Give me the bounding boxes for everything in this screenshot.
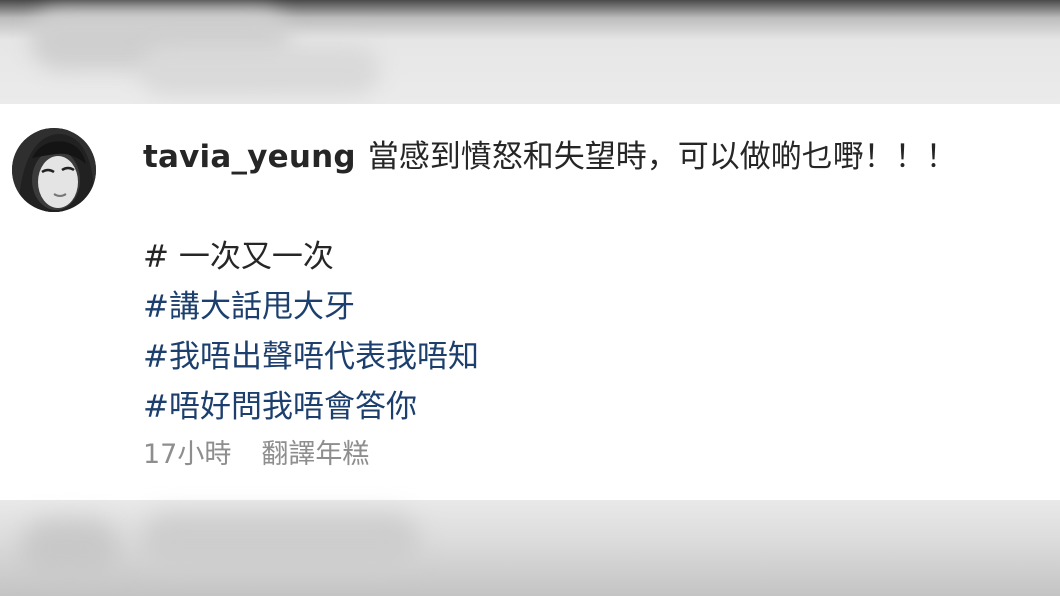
- hashtag-link[interactable]: #我唔出聲唔代表我唔知: [143, 332, 479, 382]
- comment-first-line: tavia_yeung 當感到憤怒和失望時，可以做啲乜嘢！！！: [143, 137, 957, 177]
- comment-card: tavia_yeung 當感到憤怒和失望時，可以做啲乜嘢！！！ # 一次又一次 #…: [0, 104, 1060, 500]
- blurred-shape: [140, 45, 380, 95]
- comment-text: 當感到憤怒和失望時，可以做啲乜嘢！！！: [367, 139, 957, 175]
- avatar[interactable]: [12, 128, 96, 212]
- comment-timestamp[interactable]: 17小時: [143, 439, 231, 470]
- blurred-shape: [20, 520, 120, 580]
- blurred-previous-comment: [0, 0, 1060, 104]
- hashtag-plain: # 一次又一次: [143, 239, 334, 275]
- translate-button[interactable]: 翻譯年糕: [261, 439, 369, 470]
- blurred-shape: [140, 514, 420, 570]
- avatar-photo-icon: [12, 128, 96, 212]
- hashtag-list: # 一次又一次 #講大話甩大牙 #我唔出聲唔代表我唔知 #唔好問我唔會答你: [143, 232, 479, 432]
- blurred-next-comment: [0, 500, 1060, 596]
- username-link[interactable]: tavia_yeung: [143, 139, 356, 175]
- hashtag-link[interactable]: #唔好問我唔會答你: [143, 382, 479, 432]
- comment-meta: 17小時 翻譯年糕: [143, 438, 369, 472]
- hashtag-link[interactable]: #講大話甩大牙: [143, 282, 479, 332]
